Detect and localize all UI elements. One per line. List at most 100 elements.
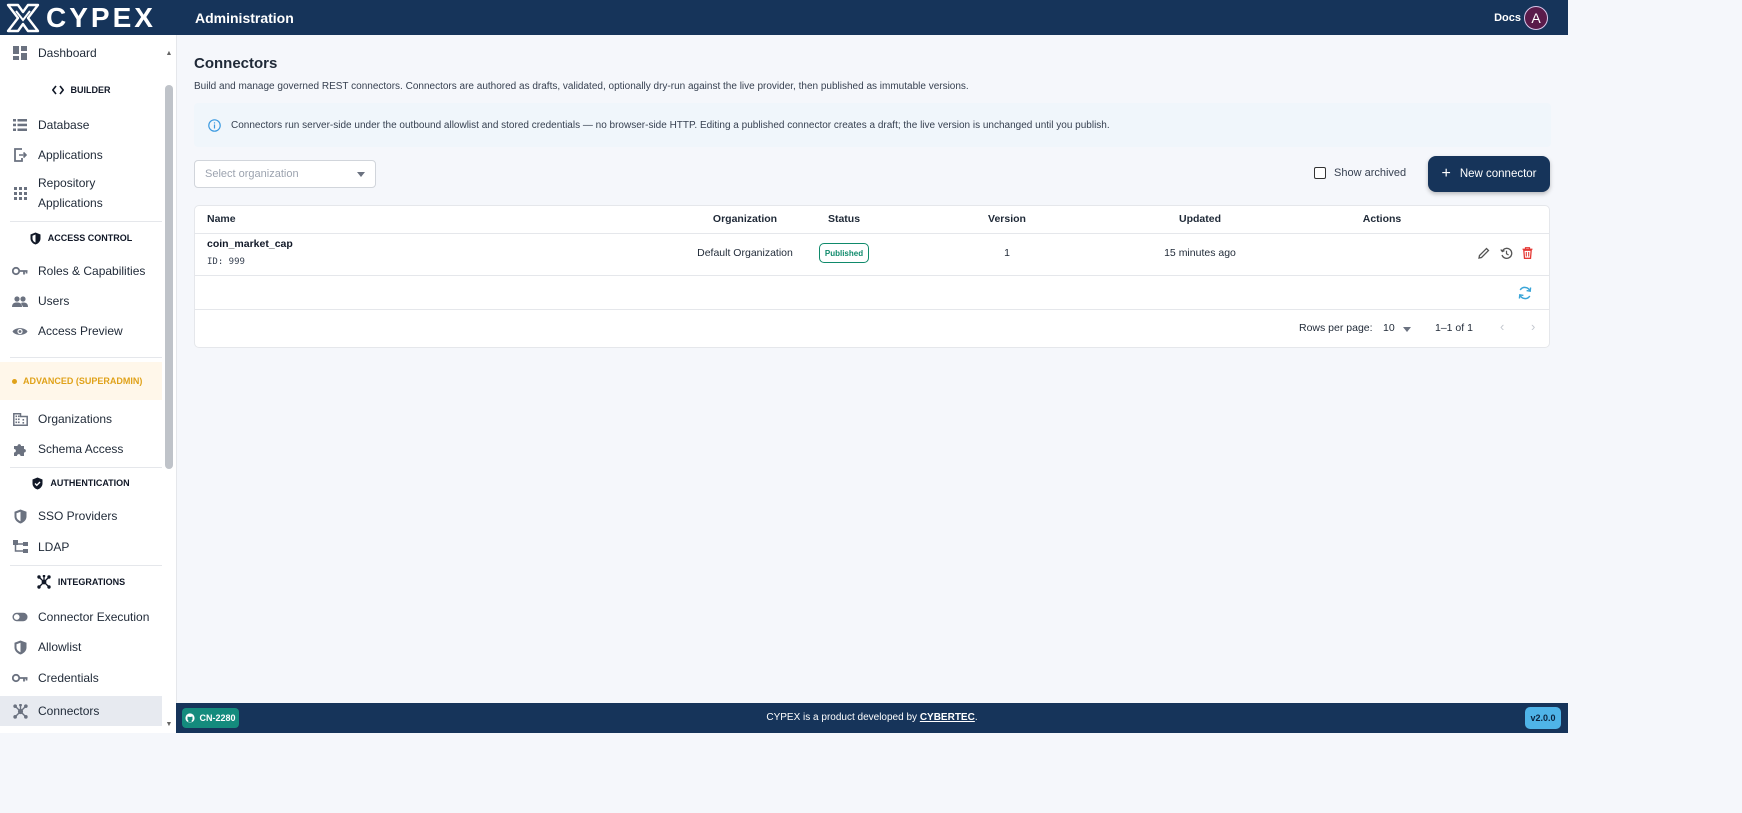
- plus-icon: +: [1441, 165, 1451, 182]
- sidebar-item-allowlist[interactable]: Allowlist: [0, 635, 162, 659]
- sidebar-item-sso-providers[interactable]: SSO Providers: [0, 504, 162, 528]
- top-bar: CYPEX Administration Docs A: [0, 0, 1568, 35]
- info-banner-text: Connectors run server-side under the out…: [231, 119, 1110, 131]
- sidebar-item-access-preview[interactable]: Access Preview: [0, 319, 162, 343]
- verified-shield-icon: [32, 477, 43, 490]
- sidebar-item-label: Connector Execution: [38, 610, 150, 624]
- sidebar-item-label: Dashboard: [38, 46, 97, 60]
- sidebar-item-schema-access[interactable]: Schema Access: [0, 437, 162, 461]
- footer-text-prefix: CYPEX is a product developed by: [766, 712, 920, 723]
- sidebar-item-label: Allowlist: [38, 640, 82, 654]
- section-header-builder: BUILDER: [0, 75, 162, 105]
- edit-icon[interactable]: [1477, 246, 1491, 260]
- puzzle-icon: [12, 441, 28, 457]
- sidebar-item-organizations[interactable]: Organizations: [0, 407, 162, 431]
- divider: [195, 275, 1549, 276]
- sidebar-item-label: Organizations: [38, 412, 113, 426]
- dashboard-icon: [12, 45, 28, 61]
- sidebar-item-label: SSO Providers: [38, 509, 118, 523]
- shield-icon: [30, 232, 41, 245]
- history-icon[interactable]: [1499, 246, 1513, 260]
- cypex-logo-icon: [6, 3, 40, 32]
- show-archived-checkbox[interactable]: [1314, 167, 1326, 179]
- sidebar-item-label: Roles & Capabilities: [38, 264, 146, 278]
- section-header-label: INTEGRATIONS: [57, 577, 126, 587]
- app-exit-icon: [12, 147, 28, 163]
- docs-link[interactable]: Docs: [1471, 0, 1521, 36]
- connector-id: ID: 999: [207, 257, 245, 267]
- github-icon: [185, 713, 196, 723]
- sidebar-item-repository-applications[interactable]: Repository Applications: [0, 173, 162, 215]
- previous-page-icon[interactable]: ‹: [1500, 319, 1504, 334]
- users-icon: [12, 293, 28, 309]
- avatar[interactable]: A: [1524, 6, 1548, 30]
- page-description: Build and manage governed REST connector…: [194, 81, 969, 92]
- sidebar-item-label-line2: Applications: [38, 196, 103, 210]
- delete-icon[interactable]: [1520, 246, 1534, 260]
- new-connector-label: New connector: [1459, 168, 1537, 180]
- sidebar-item-ldap[interactable]: LDAP: [0, 535, 162, 559]
- section-header-advanced: ADVANCED (SUPERADMIN): [0, 362, 162, 400]
- connector-version: 1: [1004, 247, 1010, 259]
- sidebar-item-credentials[interactable]: Credentials: [0, 666, 162, 690]
- rows-per-page-label: Rows per page:: [1299, 322, 1373, 334]
- connector-organization: Default Organization: [697, 247, 793, 259]
- branch-badge[interactable]: CN-2280: [182, 708, 239, 728]
- caret-down-icon[interactable]: [1403, 327, 1411, 332]
- connector-name[interactable]: coin_market_cap: [207, 238, 293, 250]
- divider: [10, 221, 162, 222]
- column-header-updated[interactable]: Updated: [1100, 206, 1300, 234]
- key-icon: [12, 263, 28, 279]
- show-archived-toggle[interactable]: Show archived: [1314, 167, 1406, 179]
- info-icon: [208, 118, 221, 132]
- pagination-range: 1–1 of 1: [1435, 322, 1473, 334]
- branch-label: CN-2280: [199, 713, 236, 723]
- column-header-version[interactable]: Version: [957, 206, 1057, 234]
- sidebar-item-label-line1: Repository: [38, 176, 96, 190]
- new-connector-button[interactable]: + New connector: [1428, 156, 1550, 192]
- sidebar-item-roles[interactable]: Roles & Capabilities: [0, 259, 162, 283]
- sidebar-item-label: Schema Access: [38, 442, 124, 456]
- divider: [10, 565, 162, 566]
- column-header-name[interactable]: Name: [207, 206, 236, 234]
- section-header-integrations: INTEGRATIONS: [0, 567, 162, 597]
- sidebar-item-applications[interactable]: Applications: [0, 143, 162, 167]
- shield-icon: [12, 508, 28, 524]
- sidebar-item-connector-execution[interactable]: Connector Execution: [0, 605, 162, 629]
- sidebar-item-label: Users: [38, 294, 70, 308]
- divider: [195, 233, 1549, 234]
- scroll-up-icon[interactable]: ▲: [164, 49, 174, 59]
- footer: CYPEX is a product developed by CYBERTEC…: [176, 703, 1568, 733]
- sidebar-item-database[interactable]: Database: [0, 113, 162, 137]
- sidebar-scroll-thumb[interactable]: [165, 85, 173, 469]
- connectors-table: Name Organization Status Version Updated…: [194, 205, 1550, 348]
- divider: [10, 357, 162, 358]
- column-header-status[interactable]: Status: [794, 206, 894, 234]
- app-title: Administration: [195, 10, 294, 26]
- cybertec-link[interactable]: CYBERTEC: [920, 712, 975, 723]
- section-header-label: ADVANCED (SUPERADMIN): [23, 376, 143, 386]
- sidebar-item-users[interactable]: Users: [0, 289, 162, 313]
- info-banner: Connectors run server-side under the out…: [194, 103, 1551, 147]
- shield-icon: [12, 639, 28, 655]
- sidebar: Dashboard BUILDER Database Applications …: [0, 35, 177, 733]
- section-header-access-control: ACCESS CONTROL: [0, 223, 162, 253]
- refresh-icon[interactable]: [1517, 285, 1533, 301]
- account-tree-icon: [12, 539, 28, 555]
- footer-text: CYPEX is a product developed by CYBERTEC…: [176, 703, 1568, 733]
- scroll-down-icon[interactable]: ▼: [164, 720, 174, 730]
- page-title: Connectors: [194, 55, 278, 72]
- section-header-authentication: AUTHENTICATION: [0, 468, 162, 498]
- organization-select[interactable]: Select organization: [194, 160, 376, 188]
- sidebar-item-connectors[interactable]: Connectors: [0, 696, 162, 726]
- section-header-label: BUILDER: [70, 85, 111, 95]
- footer-text-suffix: .: [974, 712, 978, 723]
- rows-per-page-select[interactable]: 10: [1383, 322, 1395, 334]
- hub-icon: [37, 575, 51, 589]
- hub-icon: [12, 703, 28, 719]
- connector-updated: 15 minutes ago: [1164, 247, 1236, 259]
- logo[interactable]: CYPEX: [0, 0, 176, 35]
- next-page-icon[interactable]: ›: [1531, 319, 1535, 334]
- sidebar-item-dashboard[interactable]: Dashboard: [0, 41, 162, 65]
- version-badge: v2.0.0: [1525, 707, 1561, 729]
